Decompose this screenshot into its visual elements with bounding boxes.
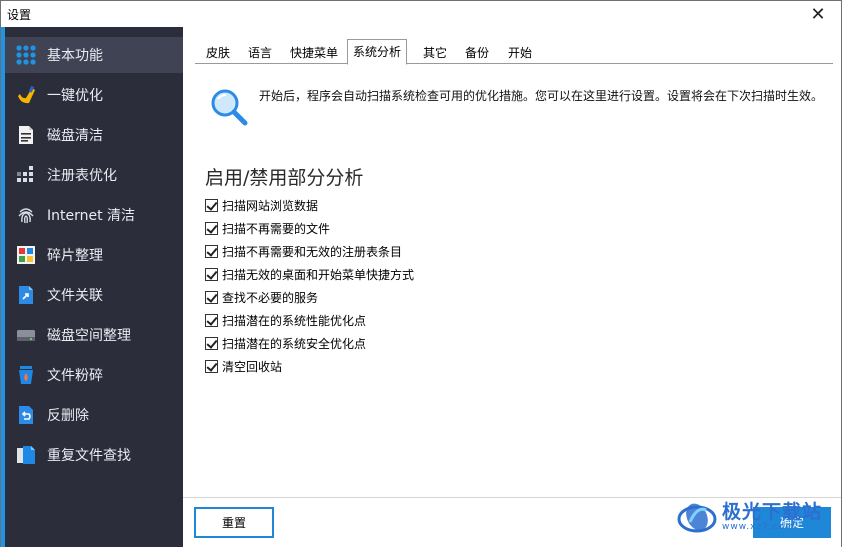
checkbox[interactable] [205,199,218,212]
sidebar-item-basic-functions[interactable]: 基本功能 [5,37,183,73]
grid-icon [15,44,37,66]
tab-other[interactable]: 其它 [418,44,452,64]
sidebar-item-registry-optimize[interactable]: 注册表优化 [5,157,183,193]
tab-bar: 皮肤 语言 快捷菜单 系统分析 其它 备份 开始 [195,39,833,65]
shredder-icon [15,364,37,386]
option-scan-registry-entries[interactable]: 扫描不再需要和无效的注册表条目 [205,240,414,263]
option-scan-unneeded-files[interactable]: 扫描不再需要的文件 [205,217,414,240]
sidebar-item-file-association[interactable]: 文件关联 [5,277,183,313]
registry-icon [15,164,37,186]
sidebar: 基本功能 一键优化 磁盘清洁 注册表优化 Internet 清洁 碎片整理 文件… [1,27,183,547]
checkbox[interactable] [205,222,218,235]
sidebar-item-label: 基本功能 [47,48,103,64]
option-scan-invalid-shortcuts[interactable]: 扫描无效的桌面和开始菜单快捷方式 [205,263,414,286]
sidebar-item-label: 碎片整理 [47,248,103,264]
tab-skin[interactable]: 皮肤 [201,44,235,64]
sidebar-item-label: 反删除 [47,408,89,424]
sidebar-item-undelete[interactable]: 反删除 [5,397,183,433]
section-title: 启用/禁用部分分析 [205,167,364,189]
file-link-icon [15,284,37,306]
sidebar-item-label: 磁盘空间整理 [47,328,131,344]
sidebar-item-disk-space[interactable]: 磁盘空间整理 [5,317,183,353]
sidebar-item-defrag[interactable]: 碎片整理 [5,237,183,273]
sidebar-item-label: Internet 清洁 [47,208,136,224]
sidebar-item-label: 注册表优化 [47,168,117,184]
settings-content: 皮肤 语言 快捷菜单 系统分析 其它 备份 开始 开始后，程序会自动扫描系统检查… [183,27,841,497]
info-text: 开始后，程序会自动扫描系统检查可用的优化措施。您可以在这里进行设置。设置将会在下… [259,89,824,103]
checkbox-label: 扫描不再需要的文件 [222,222,331,236]
tab-start[interactable]: 开始 [503,44,537,64]
checkbox-label: 扫描无效的桌面和开始菜单快捷方式 [222,268,415,282]
checkbox-label: 扫描潜在的系统性能优化点 [222,314,367,328]
drive-icon [15,324,37,346]
checkbox[interactable] [205,360,218,373]
ok-button[interactable]: 确定 [753,507,831,538]
title-bar: 设置 ✕ [1,1,841,27]
sidebar-item-duplicate-finder[interactable]: 重复文件查找 [5,437,183,473]
close-icon[interactable]: ✕ [801,2,835,26]
option-empty-recycle-bin[interactable]: 清空回收站 [205,355,414,378]
checkbox[interactable] [205,245,218,258]
disk-file-icon [15,124,37,146]
checkbox-label: 扫描潜在的系统安全优化点 [222,337,367,351]
footer-bar: 重置 确定 [183,497,841,547]
sidebar-item-one-click-optimize[interactable]: 一键优化 [5,77,183,113]
tab-quick-menu[interactable]: 快捷菜单 [285,44,343,64]
sidebar-item-label: 文件关联 [47,288,103,304]
sidebar-item-internet-clean[interactable]: Internet 清洁 [5,197,183,233]
sidebar-item-label: 文件粉碎 [47,368,103,384]
sidebar-item-label: 一键优化 [47,88,103,104]
defrag-icon [15,244,37,266]
magnifier-icon [209,87,249,127]
settings-window: 设置 ✕ 基本功能 一键优化 磁盘清洁 注册表优化 Internet 清洁 碎片… [0,0,842,547]
checkbox-label: 扫描网站浏览数据 [222,199,319,213]
checkbox-label: 扫描不再需要和无效的注册表条目 [222,245,403,259]
analysis-options: 扫描网站浏览数据 扫描不再需要的文件 扫描不再需要和无效的注册表条目 扫描无效的… [205,194,414,378]
sidebar-item-disk-clean[interactable]: 磁盘清洁 [5,117,183,153]
tab-language[interactable]: 语言 [243,44,277,64]
undelete-icon [15,404,37,426]
checkbox[interactable] [205,291,218,304]
sidebar-item-file-shredder[interactable]: 文件粉碎 [5,357,183,393]
option-scan-performance[interactable]: 扫描潜在的系统性能优化点 [205,309,414,332]
sidebar-item-label: 磁盘清洁 [47,128,103,144]
checkbox[interactable] [205,314,218,327]
option-scan-security[interactable]: 扫描潜在的系统安全优化点 [205,332,414,355]
window-title: 设置 [7,8,32,22]
wand-icon [15,84,37,106]
tab-system-analysis[interactable]: 系统分析 [347,39,408,65]
option-scan-browsing-data[interactable]: 扫描网站浏览数据 [205,194,414,217]
checkbox-label: 清空回收站 [222,360,283,374]
sidebar-item-label: 重复文件查找 [47,448,131,464]
duplicate-files-icon [15,444,37,466]
checkbox-label: 查找不必要的服务 [222,291,319,305]
reset-button[interactable]: 重置 [194,507,274,538]
checkbox[interactable] [205,268,218,281]
tab-backup[interactable]: 备份 [460,44,494,64]
fingerprint-icon [15,204,37,226]
checkbox[interactable] [205,337,218,350]
option-find-unneeded-services[interactable]: 查找不必要的服务 [205,286,414,309]
